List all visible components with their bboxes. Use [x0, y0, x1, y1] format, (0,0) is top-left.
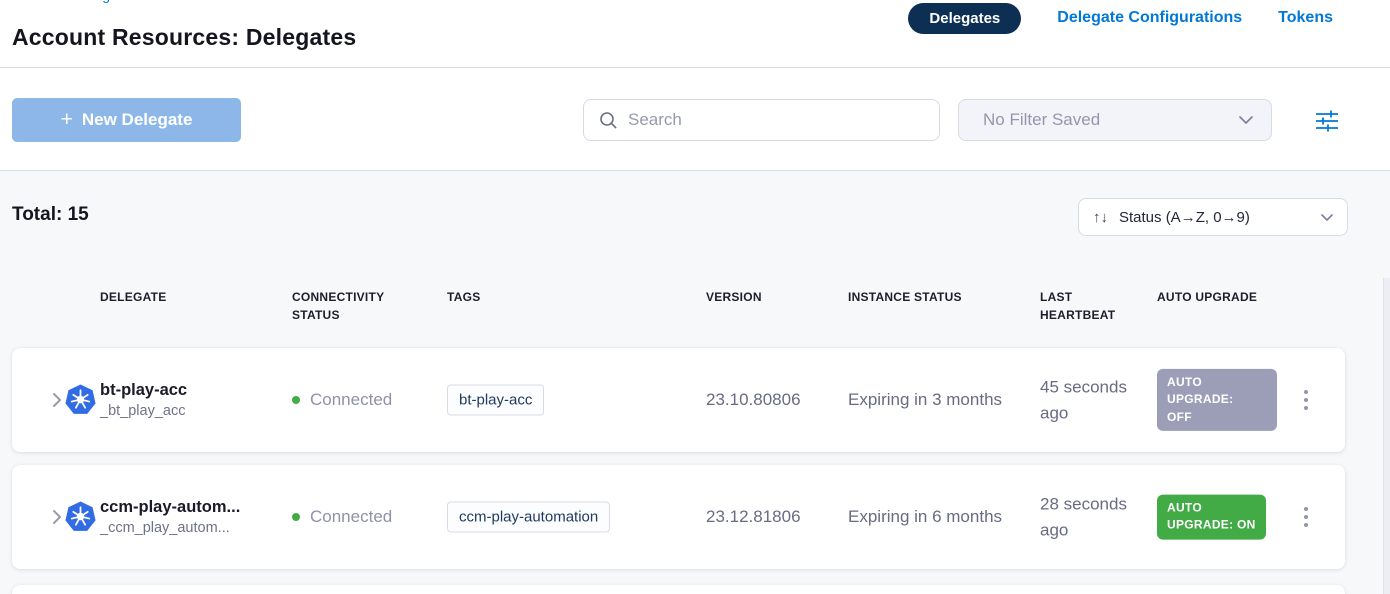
breadcrumb: Account Settings / Account Resources	[12, 0, 256, 3]
kubernetes-icon	[64, 384, 97, 417]
delegate-row[interactable]: ccm-play-autom... _ccm_play_autom... Con…	[12, 465, 1345, 569]
page-title: Account Resources: Delegates	[12, 24, 356, 51]
chevron-down-icon	[1321, 214, 1333, 221]
auto-upgrade-badge: AUTO UPGRADE: OFF	[1157, 369, 1277, 431]
saved-filter-value: No Filter Saved	[983, 110, 1239, 130]
kebab-dot	[1304, 507, 1308, 511]
header-divider	[0, 67, 1390, 68]
delegate-row-partial[interactable]	[12, 585, 1345, 594]
connectivity-label: Connected	[310, 390, 392, 410]
sliders-icon	[1314, 109, 1340, 133]
delegate-identifier: _ccm_play_autom...	[100, 520, 240, 536]
plus-icon: +	[61, 109, 73, 130]
kebab-dot	[1304, 515, 1308, 519]
delegates-page: Account Settings / Account Resources Acc…	[0, 0, 1390, 594]
column-header-auto-upgrade: AUTO UPGRADE	[1157, 288, 1257, 306]
auto-upgrade-badge: AUTO UPGRADE: ON	[1157, 495, 1266, 540]
new-delegate-button[interactable]: + New Delegate	[12, 98, 241, 142]
connectivity-status: Connected	[292, 507, 392, 527]
search-box	[583, 99, 940, 141]
sort-select[interactable]: ↑↓ Status (A→Z, 0→9)	[1078, 198, 1348, 236]
connectivity-status: Connected	[292, 390, 392, 410]
instance-status-cell: Expiring in 3 months	[848, 390, 1002, 410]
tab-delegates[interactable]: Delegates	[908, 3, 1021, 34]
status-dot	[292, 396, 300, 404]
sort-value: Status (A→Z, 0→9)	[1119, 209, 1310, 226]
row-menu-button[interactable]	[1300, 386, 1312, 414]
filter-panel-button[interactable]	[1313, 107, 1341, 135]
chevron-down-icon	[1239, 116, 1253, 124]
version-cell: 23.10.80806	[706, 390, 801, 410]
vertical-scrollbar[interactable]	[1383, 278, 1390, 594]
breadcrumb-link-account-resources[interactable]: Account Resources	[135, 0, 256, 3]
tab-delegate-configurations[interactable]: Delegate Configurations	[1057, 9, 1242, 27]
tab-tokens[interactable]: Tokens	[1278, 9, 1333, 27]
instance-status-cell: Expiring in 6 months	[848, 507, 1002, 527]
tab-bar: Delegates Delegate Configurations Tokens	[908, 1, 1333, 35]
row-menu-button[interactable]	[1300, 503, 1312, 531]
kebab-dot	[1304, 390, 1308, 394]
kebab-dot	[1304, 406, 1308, 410]
new-delegate-label: New Delegate	[82, 110, 193, 130]
breadcrumb-link-account-settings[interactable]: Account Settings	[12, 0, 117, 3]
column-header-tags: TAGS	[447, 288, 480, 306]
delegate-row[interactable]: bt-play-acc _bt_play_acc Connected bt-pl…	[12, 348, 1345, 452]
kebab-dot	[1304, 398, 1308, 402]
delegate-identifier: _bt_play_acc	[100, 403, 187, 419]
delegate-name-block: bt-play-acc _bt_play_acc	[100, 381, 187, 419]
column-header-connectivity-status: CONNECTIVITY STATUS	[292, 288, 432, 324]
total-count: Total: 15	[12, 204, 89, 226]
version-cell: 23.12.81806	[706, 507, 801, 527]
breadcrumb-separator: /	[124, 0, 128, 3]
connectivity-label: Connected	[310, 507, 392, 527]
kubernetes-icon	[64, 501, 97, 534]
last-heartbeat-cell: 45 seconds ago	[1040, 375, 1160, 426]
search-icon	[598, 110, 618, 130]
last-heartbeat-cell: 28 seconds ago	[1040, 492, 1160, 543]
delegate-name: ccm-play-autom...	[100, 498, 240, 517]
column-header-last-heartbeat: LAST HEARTBEAT	[1040, 288, 1140, 324]
column-header-delegate: DELEGATE	[100, 288, 166, 306]
sort-arrows-icon: ↑↓	[1093, 209, 1108, 226]
kebab-dot	[1304, 523, 1308, 527]
tag-chip: bt-play-acc	[447, 385, 544, 416]
column-header-instance-status: INSTANCE STATUS	[848, 288, 962, 306]
column-header-version: VERSION	[706, 288, 762, 306]
delegate-name-block: ccm-play-autom... _ccm_play_autom...	[100, 498, 240, 536]
saved-filter-select[interactable]: No Filter Saved	[958, 99, 1272, 141]
status-dot	[292, 513, 300, 521]
delegate-name: bt-play-acc	[100, 381, 187, 400]
search-input[interactable]	[628, 110, 925, 130]
tag-chip: ccm-play-automation	[447, 502, 610, 533]
